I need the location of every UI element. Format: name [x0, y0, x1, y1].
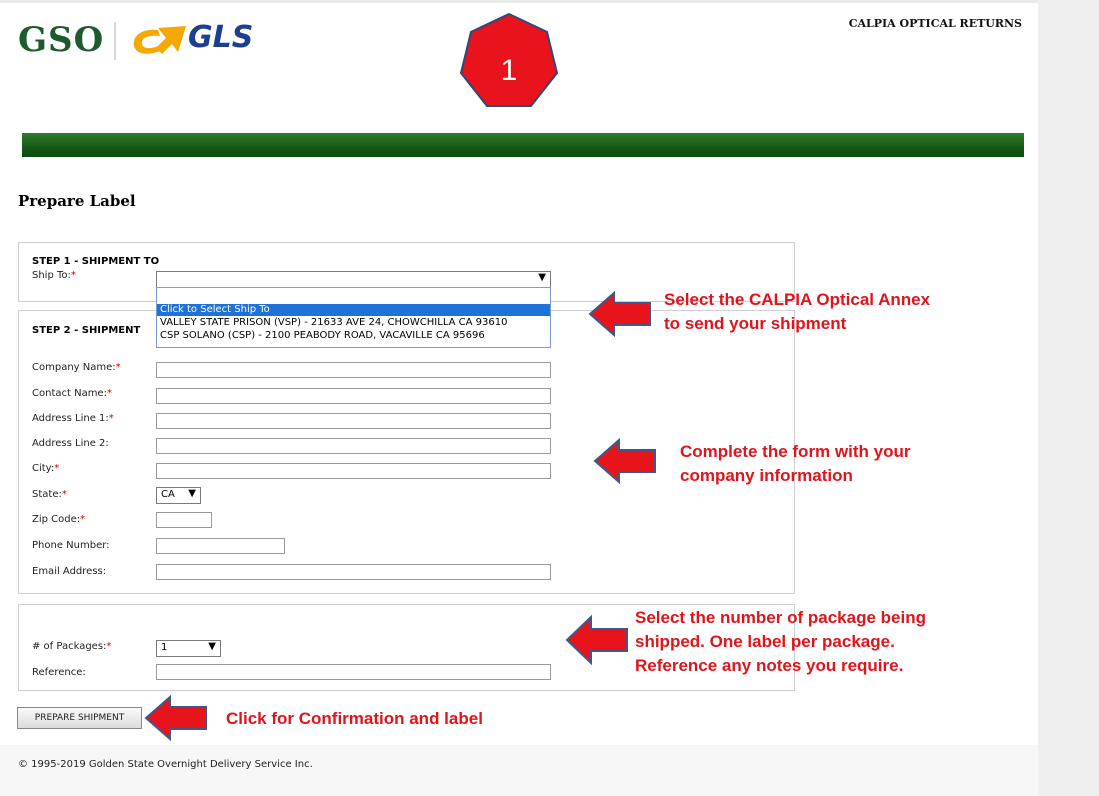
footer-copyright: © 1995-2019 Golden State Overnight Deliv… — [18, 759, 313, 770]
address-line2-label: Address Line 2: — [32, 438, 109, 449]
step1-title: STEP 1 - SHIPMENT TO — [32, 256, 160, 267]
gso-logo: GSO — [18, 20, 105, 60]
city-input[interactable] — [156, 463, 551, 479]
badge-number: 1 — [501, 54, 518, 87]
contact-name-input[interactable] — [156, 388, 551, 404]
dropdown-option-placeholder[interactable] — [157, 288, 550, 300]
annotation-form: Complete the form with your company info… — [680, 442, 911, 485]
annotation-packages: Select the number of package being shipp… — [635, 608, 926, 675]
red-arrow-icon — [565, 615, 628, 665]
reference-input[interactable] — [156, 664, 551, 680]
red-arrow-icon — [593, 438, 656, 484]
state-value: CA — [161, 489, 175, 500]
address-line1-label: Address Line 1:* — [32, 413, 114, 424]
red-arrow-icon — [588, 291, 651, 337]
state-label: State:* — [32, 489, 67, 500]
dropdown-option-placeholder-highlight[interactable]: Click to Select Ship To — [157, 304, 550, 316]
contact-name-label: Contact Name:* — [32, 388, 112, 399]
chevron-down-icon: ▼ — [188, 488, 196, 499]
zip-code-input[interactable] — [156, 512, 212, 528]
address-line1-input[interactable] — [156, 413, 551, 429]
packages-value: 1 — [161, 642, 168, 653]
email-address-label: Email Address: — [32, 566, 107, 577]
reference-label: Reference: — [32, 667, 86, 678]
page-gutter — [1038, 0, 1099, 796]
step2-title: STEP 2 - SHIPMENT — [32, 325, 141, 336]
email-address-input[interactable] — [156, 564, 551, 580]
phone-number-label: Phone Number: — [32, 540, 110, 551]
page-title: Prepare Label — [18, 192, 136, 210]
logo-divider — [114, 22, 116, 60]
city-label: City:* — [32, 463, 60, 474]
prepare-shipment-button[interactable]: PREPARE SHIPMENT — [17, 707, 142, 729]
nav-bar — [22, 133, 1024, 157]
annotation-ship-to: Select the CALPIA Optical Annex to send … — [664, 290, 931, 333]
chevron-down-icon: ▼ — [538, 272, 546, 283]
step-number-badge: 1 — [459, 12, 559, 107]
gls-arrow-logo-icon — [133, 26, 186, 54]
state-select[interactable]: CA ▼ — [156, 487, 201, 504]
chevron-down-icon: ▼ — [208, 641, 216, 652]
company-name-label: Company Name:* — [32, 362, 121, 373]
dropdown-option-vsp[interactable]: VALLEY STATE PRISON (VSP) - 21633 AVE 24… — [157, 317, 550, 329]
address-line2-input[interactable] — [156, 438, 551, 454]
packages-select[interactable]: 1 ▼ — [156, 640, 221, 657]
packages-label: # of Packages:* — [32, 641, 112, 652]
footer-band — [0, 745, 1038, 796]
ship-to-select[interactable]: ▼ — [156, 271, 551, 288]
phone-number-input[interactable] — [156, 538, 285, 554]
dropdown-option-csp[interactable]: CSP SOLANO (CSP) - 2100 PEABODY ROAD, VA… — [157, 330, 550, 342]
gls-logo-text: GLS — [188, 20, 254, 55]
annotation-button: Click for Confirmation and label — [226, 709, 483, 728]
top-border — [0, 0, 1038, 3]
company-name-input[interactable] — [156, 362, 551, 378]
zip-code-label: Zip Code:* — [32, 514, 86, 525]
ship-to-label: Ship To:* — [32, 270, 76, 281]
ship-to-dropdown-list[interactable]: Click to Select Ship To VALLEY STATE PRI… — [156, 287, 551, 348]
red-arrow-icon — [144, 695, 207, 741]
brand-title: CALPIA OPTICAL RETURNS — [848, 17, 1022, 30]
